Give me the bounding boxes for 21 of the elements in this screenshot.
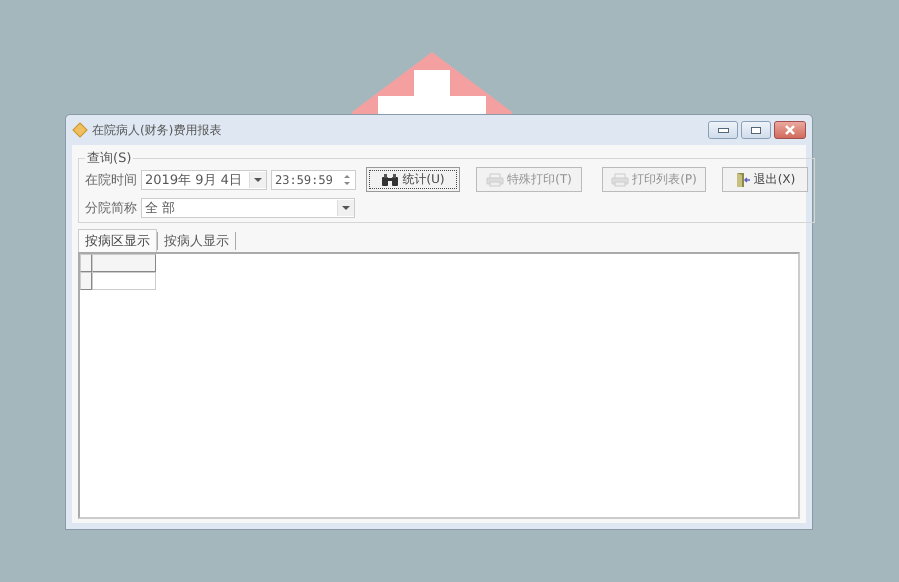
- binoculars-icon: [381, 172, 400, 186]
- maximize-button[interactable]: [741, 121, 771, 139]
- close-icon: [784, 125, 796, 135]
- group-legend: 查询(S): [85, 149, 134, 167]
- tab[interactable]: 按病区显示: [78, 229, 157, 252]
- printer-icon: [486, 172, 504, 186]
- date-label: 在院时间: [85, 172, 137, 188]
- printer-icon: [611, 172, 630, 186]
- date-picker[interactable]: 2019年 9月 4日: [141, 170, 267, 190]
- toolbar-button[interactable]: 退出(X): [722, 167, 808, 192]
- window-title: 在院病人(财务)费用报表: [92, 122, 222, 138]
- branch-label: 分院简称: [85, 200, 137, 217]
- time-field[interactable]: 23:59:59: [271, 170, 356, 190]
- toolbar-button[interactable]: 统计(U): [366, 167, 460, 192]
- close-button[interactable]: [774, 121, 806, 139]
- tab[interactable]: 按病人显示: [157, 232, 236, 250]
- minimize-button[interactable]: [708, 121, 738, 139]
- app-icon: [72, 122, 88, 138]
- door-icon: [734, 172, 751, 188]
- branch-dropdown[interactable]: 全 部: [141, 198, 355, 218]
- grid-cell: [92, 272, 156, 290]
